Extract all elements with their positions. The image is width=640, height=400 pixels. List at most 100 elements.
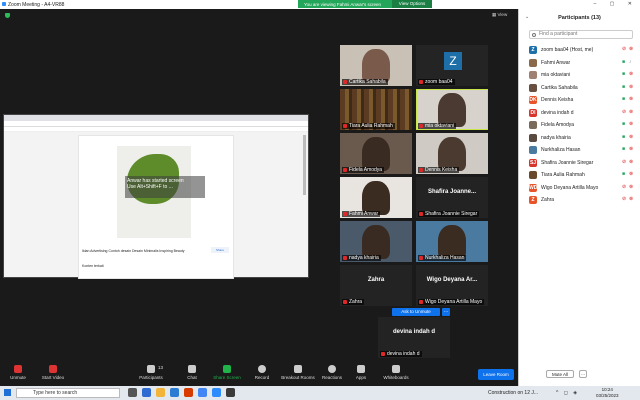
video-on-icon[interactable]: ■ bbox=[622, 147, 627, 152]
video-on-icon[interactable]: ■ bbox=[622, 72, 627, 77]
store-icon[interactable] bbox=[170, 388, 179, 397]
video-tile[interactable]: Dennis Keisha bbox=[416, 133, 488, 174]
microphone-muted-icon[interactable]: ⊗ bbox=[629, 147, 634, 152]
participant-row[interactable]: Fidela Amodya ■ ⊗ bbox=[529, 120, 635, 131]
video-off-icon[interactable]: ⊘ bbox=[622, 47, 627, 52]
video-on-icon[interactable]: ■ bbox=[622, 172, 627, 177]
reactions-button[interactable]: Reactions bbox=[320, 362, 344, 386]
browser-bookmarks-bar[interactable] bbox=[4, 127, 308, 132]
start-video-button[interactable]: Start Video bbox=[38, 362, 68, 386]
participant-row[interactable]: mia oktaviani ■ ⊗ bbox=[529, 70, 635, 81]
microphone-muted-icon[interactable]: ⊗ bbox=[629, 97, 634, 102]
apps-button[interactable]: Apps bbox=[352, 362, 370, 386]
share-banner: You are viewing Fahmi Anwar's screen Vie… bbox=[298, 0, 432, 8]
taskbar-search-input[interactable]: Type here to search bbox=[16, 388, 120, 398]
tile-name: Fidela Amodya bbox=[349, 167, 383, 173]
taskbar-clock[interactable]: 10:24 03/25/2023 bbox=[596, 387, 619, 398]
microphone-muted-icon bbox=[343, 212, 347, 216]
microphone-muted-icon[interactable]: ⊗ bbox=[629, 84, 634, 90]
microphone-muted-icon[interactable]: ⊗ bbox=[629, 172, 634, 177]
whiteboards-button[interactable]: Whiteboards bbox=[380, 362, 412, 386]
participant-row[interactable]: SJ Shafira Joannie Siregar ⊘ ⊗ bbox=[529, 158, 635, 169]
video-tile[interactable]: Zahra Zahra bbox=[340, 265, 412, 306]
tile-name-label: Cartika Sahabila bbox=[342, 79, 388, 85]
video-tile[interactable]: Wigo Deyana Ar... Wigo Deyana Artilla May… bbox=[416, 265, 488, 306]
shared-screen[interactable]: Anwar has started screen Use Alt+Shift+F… bbox=[3, 114, 309, 279]
chat-button[interactable]: Chat bbox=[182, 362, 202, 386]
video-off-icon[interactable]: ⊘ bbox=[622, 159, 627, 165]
video-tile[interactable]: devina indah d devina indah d bbox=[378, 317, 450, 358]
tile-more-button[interactable]: … bbox=[442, 308, 450, 316]
microphone-muted-icon bbox=[419, 300, 423, 304]
video-tile[interactable]: Nurkhaliza Hasan bbox=[416, 221, 488, 262]
windows-start-icon[interactable] bbox=[4, 389, 11, 396]
video-on-icon[interactable]: ■ bbox=[622, 122, 627, 127]
video-tile[interactable]: Zzoom baa04 bbox=[416, 45, 488, 86]
participant-row[interactable]: Cartika Sahabila ■ ⊗ bbox=[529, 83, 635, 94]
view-button[interactable]: ▦ View bbox=[492, 12, 516, 20]
view-options-button[interactable]: View Options bbox=[392, 0, 432, 8]
video-tile[interactable]: Fidela Amodya bbox=[340, 133, 412, 174]
participant-row[interactable]: Zzoom baa04 (Host, me) ⊘ ⊗ bbox=[529, 45, 635, 56]
microphone-muted-icon[interactable]: ⊗ bbox=[629, 197, 634, 202]
participants-more-button[interactable]: ... bbox=[579, 370, 587, 378]
microphone-muted-icon[interactable]: ⊗ bbox=[629, 134, 634, 140]
microphone-muted-icon[interactable]: ⊗ bbox=[629, 47, 634, 52]
participant-row[interactable]: Tiara Aulia Rahmah ■ ⊗ bbox=[529, 170, 635, 181]
microphone-muted-icon[interactable]: ⊗ bbox=[629, 109, 634, 115]
video-tile[interactable]: nadya khairia bbox=[340, 221, 412, 262]
chrome-icon[interactable] bbox=[198, 388, 207, 397]
participant-row[interactable]: Fahmi Anwar ■ ♪ bbox=[529, 58, 635, 69]
participant-row[interactable]: nadya khairia ■ ⊗ bbox=[529, 133, 635, 144]
participant-search-input[interactable]: Find a participant bbox=[529, 30, 633, 39]
video-tile[interactable]: Cartika Sahabila bbox=[340, 45, 412, 86]
tile-name: Nurkhaliza Hasan bbox=[425, 255, 465, 261]
video-on-icon[interactable]: ■ bbox=[622, 134, 627, 140]
task-view-icon[interactable] bbox=[128, 388, 137, 397]
video-tile[interactable]: mia oktaviani bbox=[416, 89, 488, 130]
participant-row[interactable]: DI devina indah d ⊘ ⊗ bbox=[529, 108, 635, 119]
participant-video bbox=[362, 49, 390, 83]
video-tile[interactable]: Fahmi Anwar bbox=[340, 177, 412, 218]
window-controls[interactable]: – ▢ ✕ bbox=[594, 1, 638, 7]
shared-scrollbar[interactable] bbox=[303, 135, 306, 195]
microphone-muted-icon[interactable]: ⊗ bbox=[629, 72, 634, 77]
video-tile[interactable]: Shafira Joanne... Shafira Joannie Siregar bbox=[416, 177, 488, 218]
video-off-icon[interactable]: ⊘ bbox=[622, 109, 627, 115]
pin-share-button[interactable]: Share bbox=[211, 247, 229, 253]
file-explorer-icon[interactable] bbox=[156, 388, 165, 397]
leave-room-button[interactable]: Leave Room bbox=[478, 369, 514, 380]
participant-row[interactable]: DK Dennis Keisha ■ ⊗ bbox=[529, 95, 635, 106]
zoom-taskbar-icon[interactable] bbox=[212, 388, 221, 397]
breakout-rooms-button[interactable]: Breakout Rooms bbox=[278, 362, 318, 386]
video-tile[interactable]: Tiara Aulia Rahmah bbox=[340, 89, 412, 130]
video-on-icon[interactable]: ■ bbox=[622, 97, 627, 102]
participant-row[interactable]: Nurkhaliza Hasan ■ ⊗ bbox=[529, 145, 635, 156]
participant-row[interactable]: WD Wigo Deyana Artilla Mayo ⊘ ⊗ bbox=[529, 183, 635, 194]
encryption-shield-icon[interactable] bbox=[5, 13, 10, 18]
office-icon[interactable] bbox=[184, 388, 193, 397]
microphone-muted-icon[interactable]: ⊗ bbox=[629, 184, 634, 190]
unmute-button[interactable]: Unmute bbox=[6, 362, 30, 386]
share-screen-button[interactable]: Share Screen bbox=[210, 362, 244, 386]
mute-all-button[interactable]: Mute All bbox=[546, 370, 574, 378]
video-on-icon[interactable]: ■ bbox=[622, 84, 627, 90]
video-off-icon[interactable]: ⊘ bbox=[622, 184, 627, 190]
weather-widget[interactable]: Construction on 12 J... bbox=[488, 390, 538, 396]
ask-to-unmute-button[interactable]: Ask to Unmute bbox=[392, 308, 440, 316]
apps-label: Apps bbox=[355, 375, 367, 380]
record-button[interactable]: Record bbox=[251, 362, 273, 386]
system-tray[interactable]: ^ ◻ ◈ bbox=[556, 390, 579, 396]
tile-name-label: nadya khairia bbox=[342, 255, 381, 261]
microphone-muted-icon[interactable]: ⊗ bbox=[629, 122, 634, 127]
participant-video bbox=[438, 225, 466, 259]
microphone-icon[interactable]: ♪ bbox=[629, 59, 634, 65]
participant-row[interactable]: Z Zahra ⊘ ⊗ bbox=[529, 195, 635, 206]
app-icon[interactable] bbox=[226, 388, 235, 397]
microphone-muted-icon bbox=[419, 80, 423, 84]
participant-name: Dennis Keisha bbox=[541, 97, 574, 103]
microphone-muted-icon[interactable]: ⊗ bbox=[629, 159, 634, 165]
edge-icon[interactable] bbox=[142, 388, 151, 397]
video-on-icon[interactable]: ■ bbox=[622, 59, 627, 65]
video-off-icon[interactable]: ⊘ bbox=[622, 197, 627, 202]
